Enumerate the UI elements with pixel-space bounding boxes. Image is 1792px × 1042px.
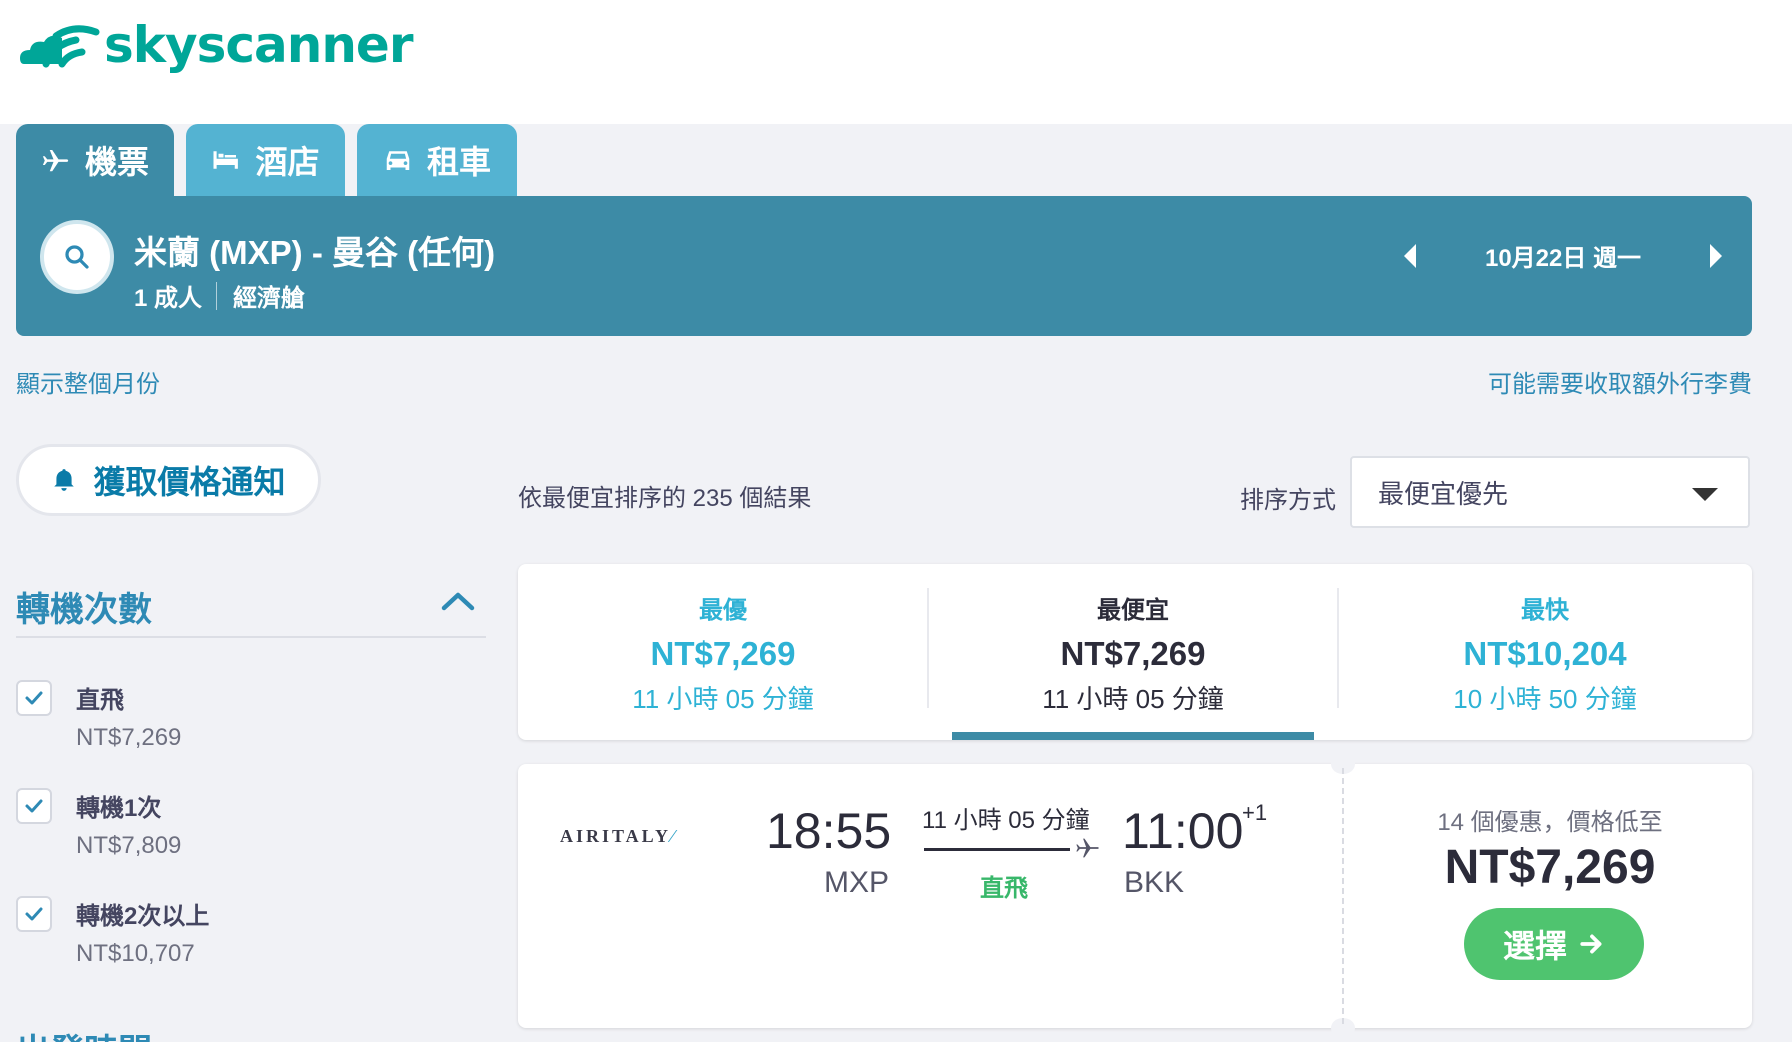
departure-time: 18:55 bbox=[766, 803, 892, 859]
departure-airport: MXP bbox=[824, 866, 890, 899]
airline-name: AIRITALY bbox=[560, 826, 672, 846]
price-alert-label: 獲取價格通知 bbox=[93, 464, 286, 500]
tab-best-price: NT$7,269 bbox=[650, 635, 796, 672]
stop-price: NT$7,269 bbox=[76, 724, 182, 751]
sort-selected-value: 最便宜優先 bbox=[1378, 478, 1509, 509]
results-count: 依最便宜排序的 235 個結果 bbox=[518, 485, 812, 512]
tab-cheapest-duration: 11 小時 05 分鐘 bbox=[1042, 684, 1224, 714]
edit-search-button[interactable] bbox=[40, 220, 114, 294]
one-stop-checkbox[interactable] bbox=[16, 788, 52, 824]
arrow-right-icon bbox=[1710, 244, 1722, 268]
airline-swoosh-icon: ⁄ bbox=[671, 826, 678, 846]
tab-best-duration: 11 小時 05 分鐘 bbox=[632, 684, 814, 714]
arrival-day-offset: +1 bbox=[1242, 800, 1268, 825]
stop-price: NT$7,809 bbox=[76, 832, 182, 859]
checkmark-icon bbox=[25, 691, 43, 705]
checkmark-icon bbox=[25, 907, 43, 921]
sort-dropdown[interactable]: 最便宜優先 bbox=[1350, 456, 1750, 528]
bell-icon bbox=[54, 469, 75, 491]
tab-cars[interactable]: 租車 bbox=[357, 124, 517, 196]
divider bbox=[216, 281, 218, 310]
tab-cheapest-price: NT$7,269 bbox=[1060, 635, 1206, 672]
flight-result-card[interactable]: AIRITALY⁄ 18:55 MXP 11 小時 05 分鐘 直飛 11:00… bbox=[518, 754, 1752, 1038]
plane-icon bbox=[1076, 838, 1099, 858]
skyscanner-logo[interactable]: skyscanner bbox=[16, 14, 414, 76]
passenger-count: 1 成人 bbox=[134, 285, 203, 312]
direct-checkbox[interactable] bbox=[16, 680, 52, 716]
tab-flights-label: 機票 bbox=[84, 144, 149, 180]
stop-label: 直飛 bbox=[76, 687, 124, 714]
caret-down-icon bbox=[1692, 488, 1718, 501]
tab-cars-label: 租車 bbox=[426, 144, 491, 180]
tab-cheapest-label: 最便宜 bbox=[1097, 597, 1169, 624]
tab-hotels-label: 酒店 bbox=[255, 144, 320, 180]
cabin-class: 經濟艙 bbox=[233, 285, 306, 312]
car-icon bbox=[386, 151, 410, 170]
tab-fastest-label: 最快 bbox=[1521, 597, 1569, 624]
sort-label: 排序方式 bbox=[1240, 487, 1336, 514]
stops-label: 直飛 bbox=[980, 875, 1028, 902]
tab-best-label: 最優 bbox=[699, 597, 747, 624]
travel-date[interactable]: 10月22日 週一 bbox=[1446, 238, 1680, 273]
arrow-right-icon bbox=[1580, 934, 1602, 954]
divider bbox=[1342, 768, 1344, 1024]
select-button[interactable]: 選擇 bbox=[1464, 908, 1644, 980]
brand-name: skyscanner bbox=[104, 16, 414, 74]
route-text: 米蘭 (MXP) - 曼谷 (任何) bbox=[134, 234, 496, 271]
tab-flights[interactable]: 機票 bbox=[16, 124, 174, 196]
sort-summary-tabs: 最優 NT$7,269 11 小時 05 分鐘 最便宜 NT$7,269 11 … bbox=[518, 564, 1752, 740]
tab-fastest[interactable]: 最快 NT$10,204 10 小時 50 分鐘 bbox=[1338, 564, 1752, 740]
airline-logo: AIRITALY⁄ bbox=[560, 826, 677, 847]
vertical-tabs: 機票 酒店 租車 bbox=[16, 124, 517, 196]
arrival-time: 11:00 bbox=[1122, 803, 1244, 859]
price-alert-button[interactable]: 獲取價格通知 bbox=[16, 444, 321, 516]
collapse-stops-filter-button[interactable] bbox=[440, 586, 476, 616]
show-whole-month-link[interactable]: 顯示整個月份 bbox=[16, 364, 160, 399]
arrival-airport: BKK bbox=[1124, 866, 1185, 899]
chevron-up-icon bbox=[441, 592, 475, 611]
tab-fastest-price: NT$10,204 bbox=[1463, 635, 1627, 672]
skyscanner-cloud-icon bbox=[20, 25, 100, 68]
previous-date-button[interactable] bbox=[1396, 236, 1426, 276]
flight-duration: 11 小時 05 分鐘 bbox=[922, 807, 1090, 834]
search-summary-bar: 米蘭 (MXP) - 曼谷 (任何) 1 成人 經濟艙 10月22日 週一 bbox=[16, 196, 1752, 336]
selected-tab-indicator bbox=[952, 732, 1314, 740]
next-date-button[interactable] bbox=[1700, 236, 1730, 276]
tab-hotels[interactable]: 酒店 bbox=[186, 124, 345, 196]
tab-fastest-duration: 10 小時 50 分鐘 bbox=[1453, 684, 1637, 714]
tab-cheapest[interactable]: 最便宜 NT$7,269 11 小時 05 分鐘 bbox=[928, 564, 1338, 740]
flight-price: NT$7,269 bbox=[1444, 841, 1656, 894]
two-plus-stops-checkbox[interactable] bbox=[16, 896, 52, 932]
deals-count: 14 個優惠，價格低至 bbox=[1437, 809, 1663, 836]
passenger-info: 1 成人 經濟艙 bbox=[134, 278, 305, 313]
plane-icon bbox=[42, 150, 69, 172]
tab-best[interactable]: 最優 NT$7,269 11 小時 05 分鐘 bbox=[518, 564, 928, 740]
checkmark-icon bbox=[25, 799, 43, 813]
arrow-left-icon bbox=[1404, 244, 1416, 268]
search-icon bbox=[65, 245, 89, 269]
flight-path-line bbox=[924, 848, 1070, 851]
bed-icon bbox=[213, 151, 239, 169]
stop-label: 轉機2次以上 bbox=[76, 903, 210, 930]
top-bar: skyscanner bbox=[0, 0, 1792, 124]
stop-label: 轉機1次 bbox=[76, 795, 162, 822]
select-button-label: 選擇 bbox=[1502, 928, 1567, 964]
baggage-fees-link[interactable]: 可能需要收取額外行李費 bbox=[1488, 364, 1752, 399]
stops-filter-title: 轉機次數 bbox=[16, 591, 152, 629]
stop-price: NT$10,707 bbox=[76, 940, 195, 967]
departure-time-filter-title: 出發時間 bbox=[16, 1024, 152, 1042]
divider bbox=[16, 636, 486, 638]
